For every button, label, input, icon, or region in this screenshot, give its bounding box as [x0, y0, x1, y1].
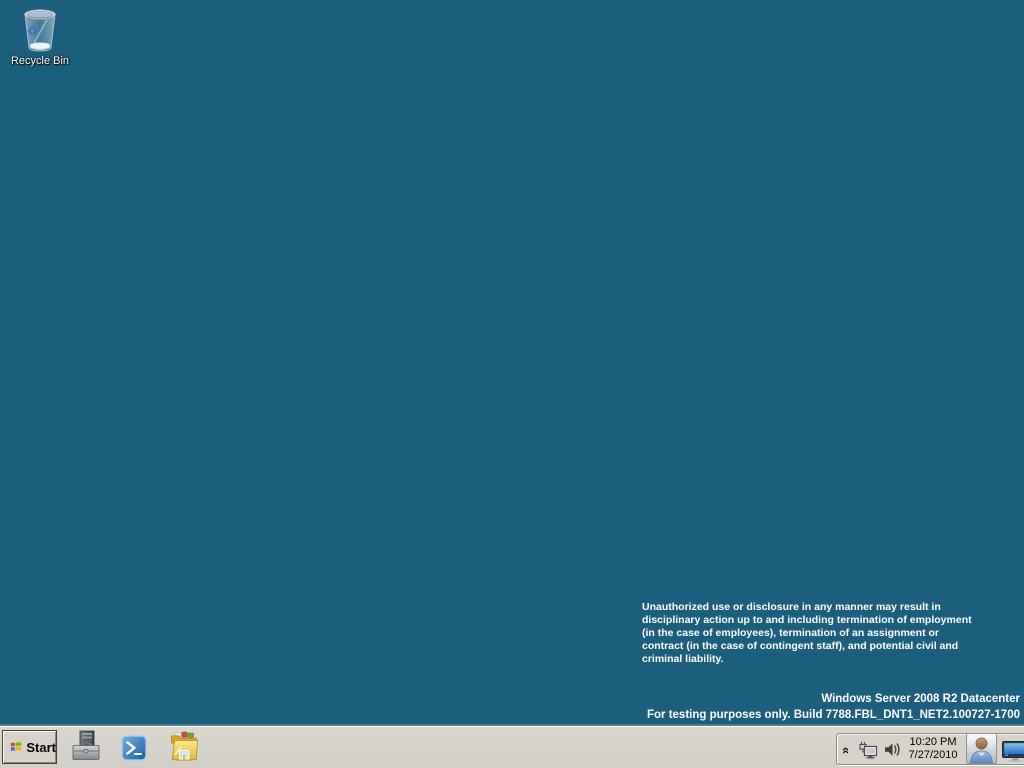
chevron-up-icon: «: [839, 746, 855, 754]
clock[interactable]: 10:20 PM 7/27/2010: [903, 736, 963, 763]
powershell-icon[interactable]: [121, 735, 147, 761]
start-button-label: Start: [26, 739, 56, 755]
server-manager-icon[interactable]: [71, 730, 101, 763]
user-icon: [970, 737, 993, 763]
recycle-bin-shortcut[interactable]: ♻ Recycle Bin: [2, 6, 78, 68]
user-tile-button[interactable]: [966, 733, 997, 764]
recycle-bin-icon: ♻: [23, 9, 57, 52]
svg-text:♻: ♻: [27, 24, 38, 38]
watermark-build-text: For testing purposes only. Build 7788.FB…: [646, 709, 1020, 721]
volume-icon[interactable]: [883, 741, 902, 758]
display-icon[interactable]: [1002, 741, 1024, 762]
show-hidden-icons-button[interactable]: «: [839, 742, 855, 758]
folder-icon[interactable]: [169, 731, 199, 761]
network-icon[interactable]: [857, 740, 878, 759]
recycle-bin-label: Recycle Bin: [10, 55, 70, 67]
watermark-disclaimer-text: Unauthorized use or disclosure in any ma…: [642, 601, 972, 665]
start-button[interactable]: Start: [2, 730, 57, 764]
clock-time: 10:20 PM: [909, 736, 957, 748]
clock-date: 7/27/2010: [908, 749, 958, 761]
watermark-edition-text: Windows Server 2008 R2 Datacenter: [821, 693, 1020, 705]
desktop-background[interactable]: ♻ Recycle Bin Unauthorized use or disclo…: [0, 0, 1024, 768]
windows-flag-icon: [8, 742, 22, 752]
system-tray: « 10:20 PM 7/27/2010: [836, 733, 1024, 765]
taskbar: Start « 10:20 PM 7/27/2010: [0, 726, 1024, 768]
